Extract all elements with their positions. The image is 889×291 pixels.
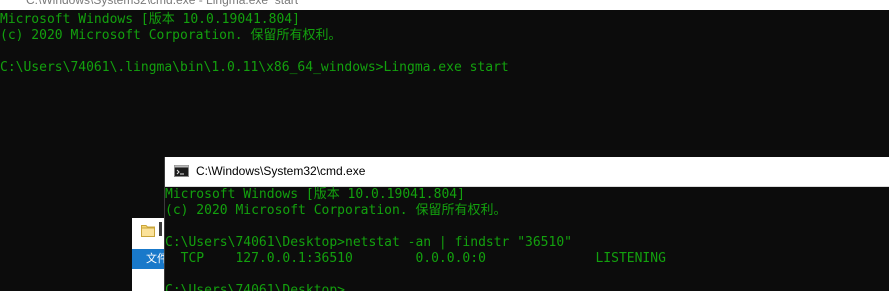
console-line: C:\Users\74061\Desktop> <box>165 283 346 291</box>
back-window-title: C:\Windows\System32\cmd.exe - Lingma.exe… <box>26 0 299 7</box>
console-line: C:\Users\74061\.lingma\bin\1.0.11\x86_64… <box>0 60 509 75</box>
back-console-output[interactable]: Microsoft Windows [版本 10.0.19041.804] (c… <box>0 12 889 76</box>
console-line: (c) 2020 Microsoft Corporation. 保留所有权利。 <box>0 28 342 43</box>
explorer-title-fragment <box>159 222 162 236</box>
console-line: Microsoft Windows [版本 10.0.19041.804] <box>165 187 465 202</box>
console-line: C:\Users\74061\Desktop>netstat -an | fin… <box>165 235 572 250</box>
folder-icon <box>141 225 155 237</box>
console-line: Microsoft Windows [版本 10.0.19041.804] <box>0 12 300 27</box>
front-window-title: C:\Windows\System32\cmd.exe <box>196 164 366 178</box>
front-cmd-window[interactable]: C:\Windows\System32\cmd.exe Microsoft Wi… <box>165 157 889 291</box>
front-window-titlebar[interactable]: C:\Windows\System32\cmd.exe <box>165 157 889 187</box>
console-line: (c) 2020 Microsoft Corporation. 保留所有权利。 <box>165 203 507 218</box>
front-console-output[interactable]: Microsoft Windows [版本 10.0.19041.804] (c… <box>165 187 889 291</box>
cmd-icon <box>174 165 189 177</box>
console-line: TCP 127.0.0.1:36510 0.0.0.0:0 LISTENING <box>165 251 666 266</box>
back-window-titlebar[interactable]: C:\Windows\System32\cmd.exe - Lingma.exe… <box>0 0 889 10</box>
